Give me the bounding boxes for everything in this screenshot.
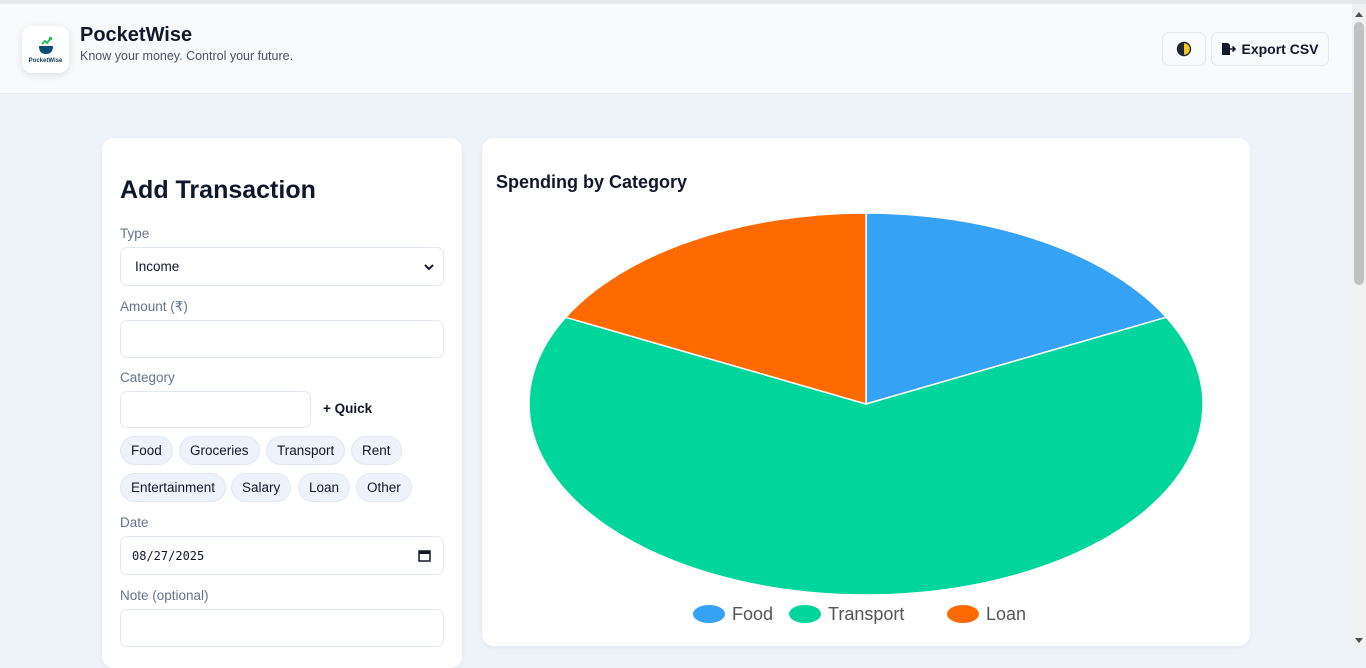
chip-salary[interactable]: Salary	[231, 473, 292, 502]
page-scrollbar[interactable]	[1352, 4, 1366, 649]
app-header: PocketWise PocketWise Know your money. C…	[0, 4, 1352, 94]
chip-rent[interactable]: Rent	[351, 436, 402, 465]
scrollbar-thumb[interactable]	[1354, 22, 1364, 285]
chip-food[interactable]: Food	[120, 436, 173, 465]
app-title: PocketWise	[80, 24, 193, 46]
chip-other[interactable]: Other	[356, 473, 412, 502]
note-input[interactable]	[120, 609, 444, 647]
type-select[interactable]: Income	[120, 247, 444, 286]
export-csv-label: Export CSV	[1241, 41, 1319, 57]
amount-label: Amount (₹)	[120, 299, 188, 314]
legend-swatch-food	[693, 605, 725, 623]
category-label: Category	[120, 370, 175, 385]
legend-swatch-loan	[947, 605, 979, 623]
legend-swatch-transport	[789, 605, 821, 623]
quick-add-category-button[interactable]: + Quick	[323, 401, 372, 416]
chevron-down-icon	[424, 264, 434, 271]
amount-input[interactable]	[120, 320, 444, 358]
wallet-logo-icon	[38, 37, 53, 54]
legend-item-transport[interactable]: Transport	[789, 604, 904, 624]
legend-label-transport: Transport	[828, 604, 904, 624]
date-label: Date	[120, 515, 149, 530]
scroll-up-arrow-icon[interactable]	[1355, 12, 1363, 17]
legend-item-food[interactable]: Food	[693, 604, 773, 624]
note-label: Note (optional)	[120, 588, 209, 603]
spending-chart-card: Spending by Category Food Transport Loan	[482, 138, 1250, 646]
legend-item-loan[interactable]: Loan	[947, 604, 1026, 624]
legend-label-loan: Loan	[986, 604, 1026, 624]
app-logo: PocketWise	[22, 26, 69, 73]
type-label: Type	[120, 226, 150, 241]
type-selected-value: Income	[135, 259, 180, 274]
chip-entertainment[interactable]: Entertainment	[120, 473, 227, 502]
chip-groceries[interactable]: Groceries	[179, 436, 260, 465]
form-title: Add Transaction	[120, 176, 316, 204]
chip-loan[interactable]: Loan	[298, 473, 351, 502]
file-export-icon	[1222, 43, 1237, 55]
date-input[interactable]: 08/27/2025	[120, 536, 444, 575]
logo-text: PocketWise	[28, 58, 63, 64]
export-csv-button[interactable]: Export CSV	[1211, 32, 1329, 66]
chip-transport[interactable]: Transport	[266, 436, 346, 465]
app-tagline: Know your money. Control your future.	[80, 49, 294, 63]
category-input[interactable]	[120, 391, 311, 428]
spending-pie-chart: Food Transport Loan	[528, 212, 1204, 624]
date-value: 08/27/2025	[132, 548, 205, 563]
scroll-down-arrow-icon[interactable]	[1355, 638, 1363, 643]
half-moon-icon	[1176, 41, 1192, 57]
add-transaction-card: Add Transaction Type Income Amount (₹) C…	[102, 138, 462, 668]
theme-toggle-button[interactable]	[1162, 32, 1206, 66]
calendar-icon[interactable]	[418, 549, 431, 562]
legend-label-food: Food	[732, 604, 773, 624]
